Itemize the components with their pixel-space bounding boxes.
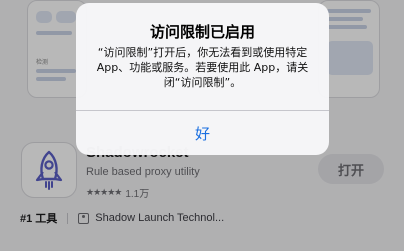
ok-button[interactable]: 好 — [76, 111, 329, 155]
alert-message: “访问限制”打开后，你无法看到或使用特定 App、功能或服务。若要使用此 App… — [96, 46, 309, 89]
restrictions-alert: 访问限制已启用 “访问限制”打开后，你无法看到或使用特定 App、功能或服务。若… — [76, 3, 329, 155]
alert-title: 访问限制已启用 — [149, 23, 255, 41]
